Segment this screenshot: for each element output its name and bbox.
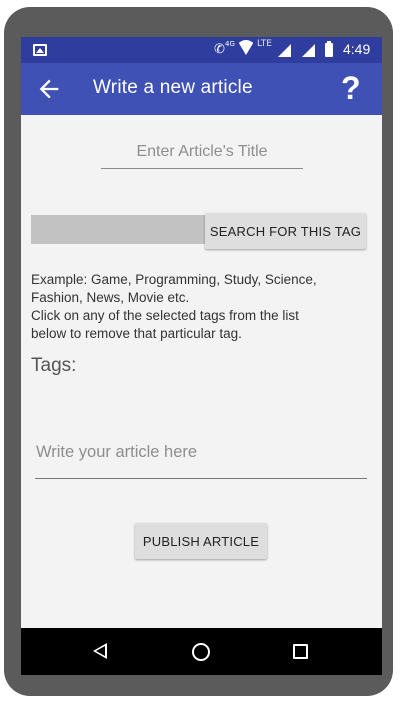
search-tag-button[interactable]: SEARCH FOR THIS TAG (205, 213, 366, 249)
hint-line: Fashion, News, Movie etc. (31, 290, 190, 305)
app-bar: Write a new article ? (21, 63, 382, 115)
signal-icon-secondary (302, 44, 315, 57)
hint-line: Example: Game, Programming, Study, Scien… (31, 272, 317, 287)
publish-article-button[interactable]: PUBLISH ARTICLE (135, 523, 267, 559)
signal-icon (278, 44, 291, 57)
network-4g-label: 4G (225, 40, 235, 48)
nav-recents-icon[interactable] (293, 644, 308, 659)
status-bar: ✆ 4G LTE 4:49 (21, 37, 382, 63)
hint-line: below to remove that particular tag. (31, 326, 242, 341)
battery-icon (325, 41, 333, 57)
hint-line: Click on any of the selected tags from t… (31, 308, 299, 323)
page-title: Write a new article (93, 77, 253, 98)
call-icon: ✆ (214, 42, 225, 57)
network-lte-label: LTE (257, 39, 272, 49)
article-body-input[interactable] (35, 427, 367, 479)
phone-frame: ✆ 4G LTE 4:49 Write a new article ? SEAR… (4, 7, 393, 696)
app-screen: ✆ 4G LTE 4:49 Write a new article ? SEAR… (21, 37, 382, 675)
back-arrow-icon[interactable] (35, 75, 63, 103)
wifi-icon (237, 40, 255, 55)
tags-label: Tags: (31, 355, 77, 376)
image-notification-icon (33, 44, 47, 56)
status-time: 4:49 (343, 41, 371, 57)
nav-back-icon[interactable] (93, 643, 107, 659)
article-title-input[interactable] (101, 135, 303, 169)
tag-search-input[interactable] (31, 215, 205, 244)
nav-home-icon[interactable] (192, 643, 210, 661)
help-icon[interactable]: ? (341, 70, 361, 106)
navigation-bar (21, 628, 382, 675)
tag-hint-text: Example: Game, Programming, Study, Scien… (31, 271, 371, 343)
